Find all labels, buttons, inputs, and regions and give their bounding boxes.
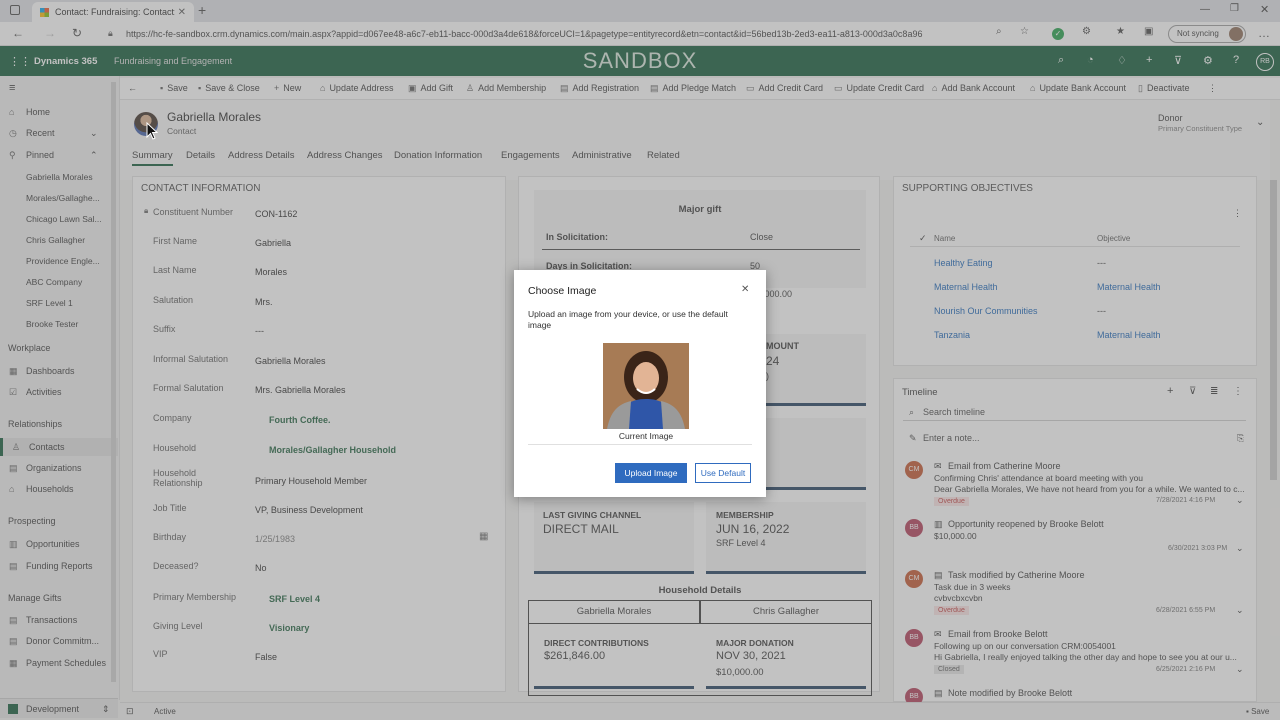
mouse-cursor-icon [146, 122, 158, 140]
image-caption: Current Image [618, 431, 674, 441]
dialog-title: Choose Image [528, 285, 597, 297]
current-image [603, 343, 689, 429]
close-icon[interactable]: ✕ [741, 284, 749, 295]
portrait-photo-icon [603, 343, 689, 429]
use-default-button[interactable]: Use Default [695, 463, 751, 483]
dialog-divider [528, 444, 752, 445]
upload-image-button[interactable]: Upload Image [615, 463, 687, 483]
choose-image-dialog: Choose Image ✕ Upload an image from your… [514, 270, 766, 497]
dialog-message: Upload an image from your device, or use… [528, 309, 728, 330]
